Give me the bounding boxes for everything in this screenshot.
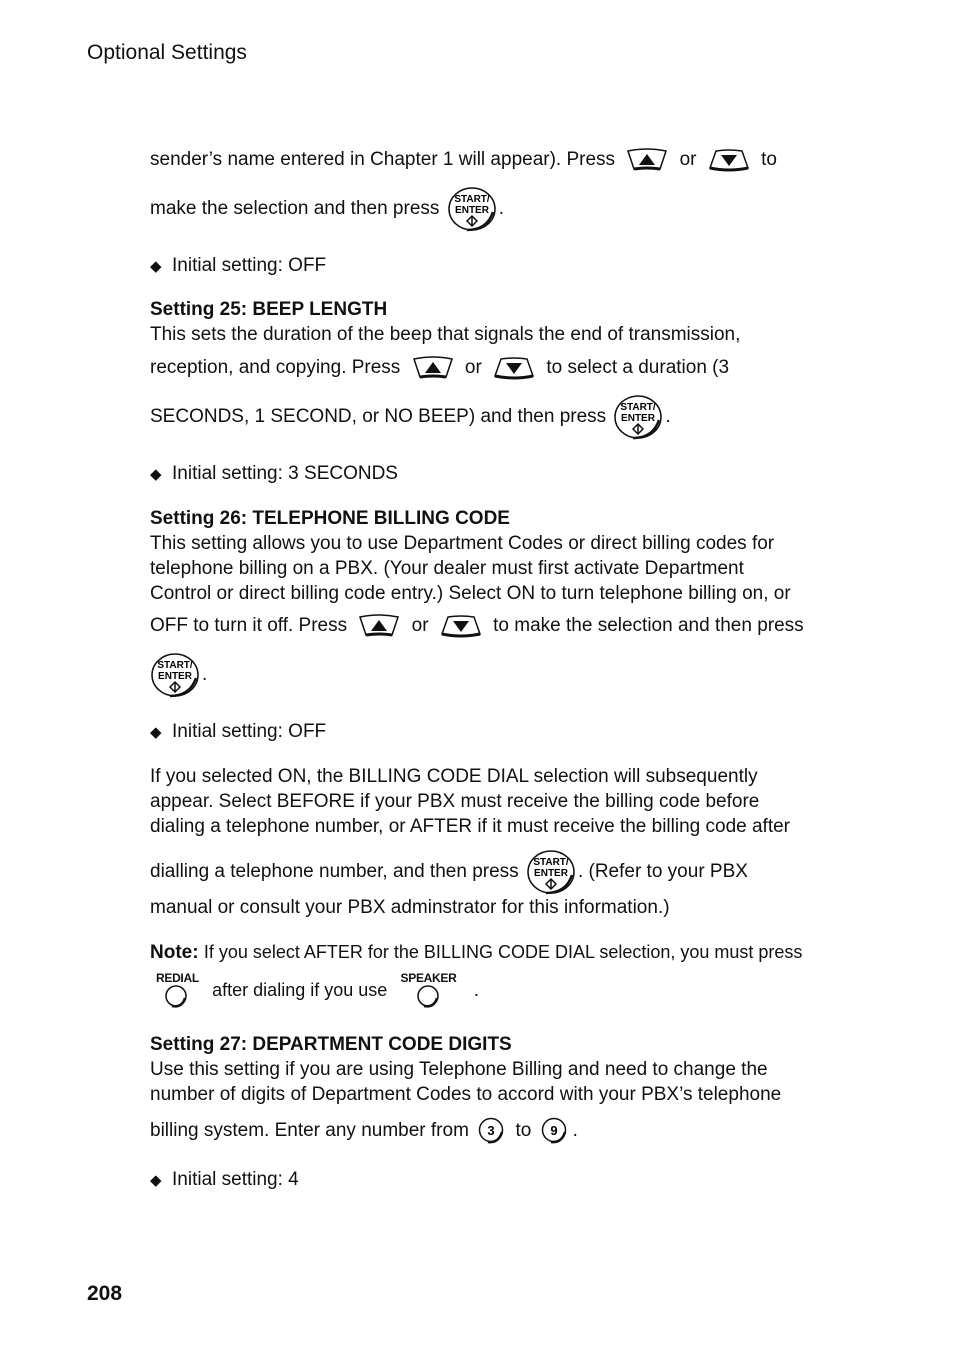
page-number: 208	[87, 1282, 123, 1305]
s26-initial-setting: ◆ Initial setting: OFF	[150, 720, 326, 745]
start-enter-key-icon: START/ENTER	[613, 394, 663, 440]
up-arrow-key-icon	[626, 148, 668, 172]
s25-line-2: reception, and copying. Press or to sele…	[150, 356, 729, 380]
speaker-key: SPEAKER	[401, 972, 457, 1010]
text: make the selection and then press	[150, 198, 440, 220]
up-arrow-key-icon	[412, 356, 454, 380]
svg-text:ENTER: ENTER	[622, 413, 657, 424]
s26-p2-line-1: If you selected ON, the BILLING CODE DIA…	[150, 766, 758, 787]
text: to	[761, 149, 777, 171]
svg-text:3: 3	[488, 1123, 495, 1138]
svg-text:START/: START/	[621, 402, 657, 413]
svg-text:START/: START/	[533, 857, 569, 868]
start-enter-key-icon: START/ENTER	[526, 849, 576, 895]
text: .	[498, 198, 504, 220]
s26-p2-line-4: dialling a telephone number, and then pr…	[150, 849, 748, 895]
text: or	[679, 149, 697, 171]
text: to select a duration (3	[546, 357, 730, 379]
speaker-button-icon	[416, 985, 439, 1008]
s26-line-1: This setting allows you to use Departmen…	[150, 533, 775, 554]
diamond-bullet-icon: ◆	[150, 1172, 162, 1189]
diamond-bullet-icon: ◆	[150, 466, 162, 483]
start-enter-key-icon: START/ENTER	[150, 652, 200, 698]
s26-line-2: telephone billing on a PBX. (Your dealer…	[150, 558, 744, 579]
note-line-1: Note: If you select AFTER for the BILLIN…	[150, 940, 802, 965]
text: to make the selection and then press	[493, 615, 804, 637]
svg-text:START/: START/	[157, 660, 193, 671]
text: to	[515, 1120, 532, 1142]
text: sender’s name entered in Chapter 1 will …	[150, 149, 616, 171]
text: or	[464, 357, 482, 379]
s27-line-3: billing system. Enter any number from 3 …	[150, 1117, 578, 1145]
note-label: Note:	[150, 942, 199, 963]
s25-line-3: SECONDS, 1 SECOND, or NO BEEP) and then …	[150, 394, 671, 440]
intro-line-1: sender’s name entered in Chapter 1 will …	[150, 148, 777, 172]
text: Initial setting: OFF	[172, 721, 327, 742]
number-key-3-icon: 3	[478, 1117, 506, 1145]
s25-line-1: This sets the duration of the beep that …	[150, 324, 741, 345]
text: . (Refer to your PBX	[577, 861, 748, 883]
intro-initial-setting: ◆ Initial setting: OFF	[150, 254, 326, 279]
text: after dialing if you use	[212, 980, 388, 1001]
redial-button-icon	[165, 985, 188, 1008]
svg-text:ENTER: ENTER	[455, 205, 490, 216]
section-header: Optional Settings	[87, 41, 247, 64]
text: Initial setting: OFF	[172, 255, 327, 276]
text: If you select AFTER for the BILLING CODE…	[203, 942, 803, 962]
text: or	[411, 615, 429, 637]
number-key-9-icon: 9	[541, 1117, 569, 1145]
redial-key: REDIAL	[156, 972, 199, 1010]
svg-text:ENTER: ENTER	[534, 868, 569, 879]
s27-line-2: number of digits of Department Codes to …	[150, 1084, 782, 1105]
text: OFF to turn it off. Press	[150, 615, 348, 637]
s26-p2-line-3: dialing a telephone number, or AFTER if …	[150, 816, 791, 837]
s25-initial-setting: ◆ Initial setting: 3 SECONDS	[150, 462, 398, 487]
speaker-key-label: SPEAKER	[400, 971, 457, 985]
text: dialling a telephone number, and then pr…	[150, 861, 519, 883]
redial-key-label: REDIAL	[156, 971, 199, 985]
text: Initial setting: 4	[172, 1169, 299, 1190]
setting-26-title: Setting 26: TELEPHONE BILLING CODE	[150, 508, 510, 529]
down-arrow-key-icon	[708, 148, 750, 172]
text: .	[665, 406, 671, 428]
svg-text:START/: START/	[454, 194, 490, 205]
text: .	[473, 980, 480, 1002]
down-arrow-key-icon	[493, 356, 535, 380]
text: reception, and copying. Press	[150, 357, 401, 379]
diamond-bullet-icon: ◆	[150, 258, 162, 275]
s26-p2-line-2: appear. Select BEFORE if your PBX must r…	[150, 791, 760, 812]
s27-line-1: Use this setting if you are using Teleph…	[150, 1059, 768, 1080]
text: SECONDS, 1 SECOND, or NO BEEP) and then …	[150, 406, 607, 428]
setting-25-title: Setting 25: BEEP LENGTH	[150, 299, 388, 320]
text: billing system. Enter any number from	[150, 1120, 469, 1142]
setting-27-title: Setting 27: DEPARTMENT CODE DIGITS	[150, 1034, 512, 1055]
svg-text:9: 9	[550, 1123, 557, 1138]
up-arrow-key-icon	[358, 614, 400, 638]
down-arrow-key-icon	[440, 614, 482, 638]
s26-line-5: START/ENTER .	[150, 652, 207, 698]
s26-line-4: OFF to turn it off. Press or to make the…	[150, 614, 804, 638]
s26-p2-line-5: manual or consult your PBX adminstrator …	[150, 897, 670, 918]
diamond-bullet-icon: ◆	[150, 724, 162, 741]
start-enter-key-icon: START/ENTER	[447, 186, 497, 232]
text: .	[202, 664, 208, 686]
s26-line-3: Control or direct billing code entry.) S…	[150, 583, 791, 604]
text: .	[572, 1120, 578, 1142]
text: Initial setting: 3 SECONDS	[172, 463, 398, 484]
intro-line-2: make the selection and then press START/…	[150, 186, 504, 232]
svg-text:ENTER: ENTER	[158, 671, 193, 682]
note-line-2: REDIAL after dialing if you use SPEAKER …	[156, 972, 479, 1010]
s27-initial-setting: ◆ Initial setting: 4	[150, 1168, 299, 1193]
